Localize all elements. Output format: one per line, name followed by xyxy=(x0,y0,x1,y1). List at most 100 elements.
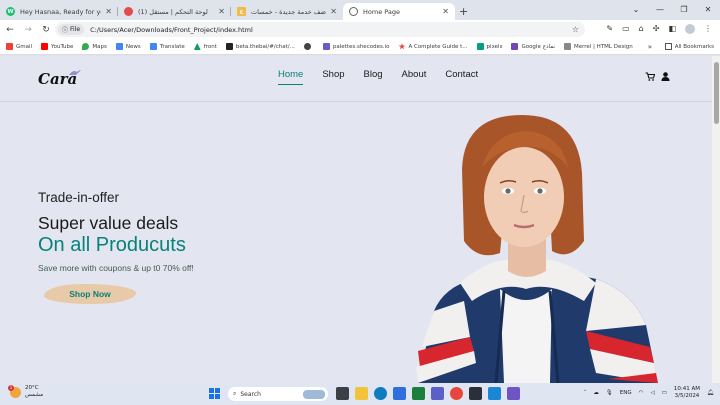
address-bar[interactable]: ⓘ File C:/Users/Acer/Downloads/Front_Proj… xyxy=(55,22,585,37)
tab-search-icon[interactable]: ⌄ xyxy=(624,5,648,14)
bookmark-unnamed[interactable] xyxy=(303,43,314,50)
mostaql-icon xyxy=(124,7,133,16)
nav-shop[interactable]: Shop xyxy=(322,69,344,80)
nav-contact[interactable]: Contact xyxy=(445,69,478,80)
bookmark-guide[interactable]: A Complete Guide t... xyxy=(398,43,468,50)
notifications-icon[interactable]: 🔔︎ xyxy=(707,390,714,396)
microphone-icon[interactable]: 🎙︎ xyxy=(606,390,613,396)
tab-title: (1) لوحة التحكم | مستقل xyxy=(138,7,208,16)
teams-icon[interactable] xyxy=(431,387,444,400)
close-window-icon[interactable]: ✕ xyxy=(696,5,720,14)
all-bookmarks-button[interactable]: All Bookmarks xyxy=(664,43,714,50)
hero-model-image xyxy=(416,115,658,383)
bookmark-maps[interactable]: Maps xyxy=(82,43,107,50)
bookmark-translate[interactable]: Translate xyxy=(149,43,185,50)
bookmark-merrel[interactable]: Merrel | HTML Design xyxy=(563,43,633,50)
bookmark-news[interactable]: News xyxy=(115,43,141,50)
translate-icon xyxy=(149,43,157,50)
search-icon: ⌕ xyxy=(233,390,237,397)
cart-icon[interactable] xyxy=(645,72,655,81)
scrollbar-thumb[interactable] xyxy=(713,62,719,124)
clock-date: 3/5/2024 xyxy=(674,393,700,399)
shop-now-button[interactable]: Shop Now xyxy=(44,284,136,304)
github-icon xyxy=(303,43,311,50)
profile-avatar[interactable] xyxy=(685,24,695,34)
page-viewport: Cara Home Shop Blog About Contact Trade-… xyxy=(0,56,712,383)
chrome-icon[interactable] xyxy=(450,387,463,400)
reload-icon[interactable]: ↻ xyxy=(38,25,54,35)
wifi-icon[interactable]: ◠ xyxy=(639,390,644,396)
menu-icon[interactable]: ⋮ xyxy=(704,24,712,34)
minimize-icon[interactable]: — xyxy=(648,5,672,14)
close-tab-icon[interactable]: ✕ xyxy=(442,7,449,16)
xbox-icon[interactable] xyxy=(412,387,425,400)
close-tab-icon[interactable]: ✕ xyxy=(218,7,225,16)
new-tab-button[interactable]: + xyxy=(459,5,468,18)
language-indicator[interactable]: ENG xyxy=(620,390,632,396)
close-tab-icon[interactable]: ✕ xyxy=(105,7,112,16)
vscode-icon[interactable] xyxy=(488,387,501,400)
windows-start-icon[interactable] xyxy=(209,388,220,399)
toolbar-actions: ✎ ▭ ⌂ ✣ ◧ ⋮ xyxy=(606,24,712,34)
nav-about[interactable]: About xyxy=(402,69,427,80)
pen-icon[interactable]: ✎ xyxy=(606,24,613,34)
taskbar-apps xyxy=(336,387,520,400)
taskbar-search[interactable]: ⌕ Search xyxy=(228,387,328,401)
restore-icon[interactable]: ❐ xyxy=(672,5,696,14)
forms-icon xyxy=(511,43,519,50)
browser-tab[interactable]: خ أضف خدمة جديدة - خمسات ✕ xyxy=(231,3,343,20)
cloud-icon[interactable]: ☁ xyxy=(593,390,599,396)
bookmark-google-forms[interactable]: Google نماذج xyxy=(511,43,555,50)
bookmarks-overflow-button[interactable]: » xyxy=(648,43,652,51)
extensions-icon[interactable]: ✣ xyxy=(653,24,660,34)
bookmark-gmail[interactable]: Gmail xyxy=(6,43,32,50)
translate-icon[interactable]: ⌂ xyxy=(639,24,644,34)
browser-tab[interactable]: W Hey Hasnaa, Ready for your ne... ✕ xyxy=(0,3,118,20)
close-tab-icon[interactable]: ✕ xyxy=(330,7,337,16)
pexels-icon xyxy=(476,43,484,50)
window-controls: ⌄ — ❐ ✕ xyxy=(624,0,720,18)
bookmark-palettes[interactable]: palettes.shecodes.io xyxy=(322,43,389,50)
gmail-icon xyxy=(6,43,13,50)
nav-blog[interactable]: Blog xyxy=(364,69,383,80)
site-info-chip[interactable]: ⓘ File xyxy=(58,24,85,35)
volume-icon[interactable]: ◁ xyxy=(650,390,654,396)
back-icon[interactable]: ← xyxy=(2,25,18,35)
site-header: Cara Home Shop Blog About Contact xyxy=(0,56,712,102)
bookmark-pixels[interactable]: pixels xyxy=(476,43,502,50)
browser-tab[interactable]: (1) لوحة التحكم | مستقل ✕ xyxy=(118,3,231,20)
weather-text: 20°C مشمس xyxy=(25,385,43,399)
app-icon[interactable] xyxy=(507,387,520,400)
file-explorer-icon[interactable] xyxy=(355,387,368,400)
fiverr-icon: W xyxy=(6,7,15,16)
info-icon: ⓘ xyxy=(62,27,69,34)
battery-icon[interactable]: ▭ xyxy=(662,390,667,396)
cast-icon[interactable]: ▭ xyxy=(622,24,630,34)
bookmark-thebai[interactable]: beta.thebai/#/chat/... xyxy=(225,43,295,50)
task-view-icon[interactable] xyxy=(336,387,349,400)
edge-icon[interactable] xyxy=(374,387,387,400)
bookmark-front[interactable]: front xyxy=(193,43,217,50)
browser-tab-active[interactable]: Home Page ✕ xyxy=(343,3,455,20)
globe-icon xyxy=(349,7,358,16)
logo-bird-icon xyxy=(69,70,81,75)
news-icon xyxy=(115,43,123,50)
page-icon xyxy=(563,43,571,50)
nav-home[interactable]: Home xyxy=(278,69,304,85)
side-panel-icon[interactable]: ◧ xyxy=(668,24,676,34)
clock[interactable]: 10:41 AM 3/5/2024 xyxy=(674,386,700,400)
toolbar: ← → ↻ ⓘ File C:/Users/Acer/Downloads/Fron… xyxy=(0,20,720,39)
palette-icon xyxy=(322,43,330,50)
terminal-icon[interactable] xyxy=(469,387,482,400)
thebai-icon xyxy=(225,43,233,50)
page-scrollbar[interactable] xyxy=(712,56,720,383)
store-icon[interactable] xyxy=(393,387,406,400)
chevron-up-icon[interactable]: ˄ xyxy=(584,390,587,396)
weather-widget[interactable]: 1 20°C مشمس xyxy=(8,384,43,399)
header-icons xyxy=(645,72,670,81)
user-icon[interactable] xyxy=(661,72,670,81)
bookmark-youtube[interactable]: YouTube xyxy=(41,43,73,50)
url-text: C:/Users/Acer/Downloads/Front_Project/in… xyxy=(90,25,253,34)
forward-icon[interactable]: → xyxy=(20,25,36,35)
bookmark-star-icon[interactable]: ☆ xyxy=(572,25,579,34)
